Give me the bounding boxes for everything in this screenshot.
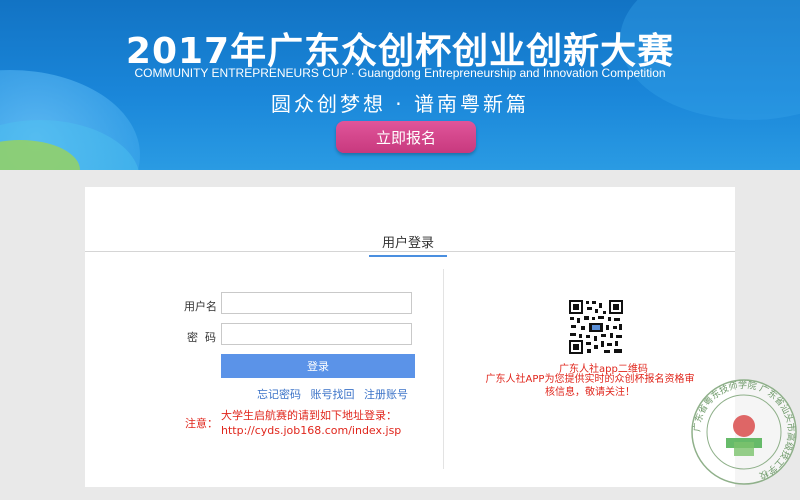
school-seal-logo: 广东省粤东技师学院 广东省汕头市高级技工学校: [691, 379, 797, 485]
register-link[interactable]: 注册账号: [364, 388, 408, 401]
account-links: 忘记密码 账号找回 注册账号: [257, 386, 414, 402]
notice-url[interactable]: http://cyds.job168.com/index.jsp: [221, 423, 401, 438]
recover-account-link[interactable]: 账号找回: [311, 388, 355, 401]
qr-code-icon: [568, 299, 624, 355]
qr-description: 广东人社APP为您提供实时的众创杯报名资格审核信息，敬请关注！: [485, 374, 695, 398]
forgot-password-link[interactable]: 忘记密码: [257, 388, 301, 401]
password-label: 密 码: [187, 331, 216, 344]
tab-bar: 用户登录: [85, 187, 735, 257]
login-button[interactable]: 登录: [221, 354, 415, 378]
username-label: 用户名: [184, 300, 217, 313]
tab-user-login[interactable]: 用户登录: [369, 232, 447, 257]
competition-subtitle: COMMUNITY ENTREPRENEURS CUP · Guangdong …: [134, 66, 666, 80]
column-divider: [443, 269, 444, 469]
competition-slogan: 圆众创梦想 · 谱南粤新篇: [270, 92, 530, 116]
notice-line: 大学生启航赛的请到如下地址登录：: [221, 409, 397, 422]
signup-button[interactable]: 立即报名: [336, 121, 476, 153]
password-field[interactable]: [221, 323, 412, 345]
header-banner: 2017年广东众创杯创业创新大赛 COMMUNITY ENTREPRENEURS…: [0, 0, 800, 170]
notice-label: 注意：: [185, 417, 218, 430]
username-field[interactable]: [221, 292, 412, 314]
login-panel: 用户登录 用户名 密 码 登录 忘记密码 账号找回 注册账号 注意： 大学生启航…: [85, 187, 735, 487]
notice-text: 大学生启航赛的请到如下地址登录： http://cyds.job168.com/…: [221, 408, 401, 438]
